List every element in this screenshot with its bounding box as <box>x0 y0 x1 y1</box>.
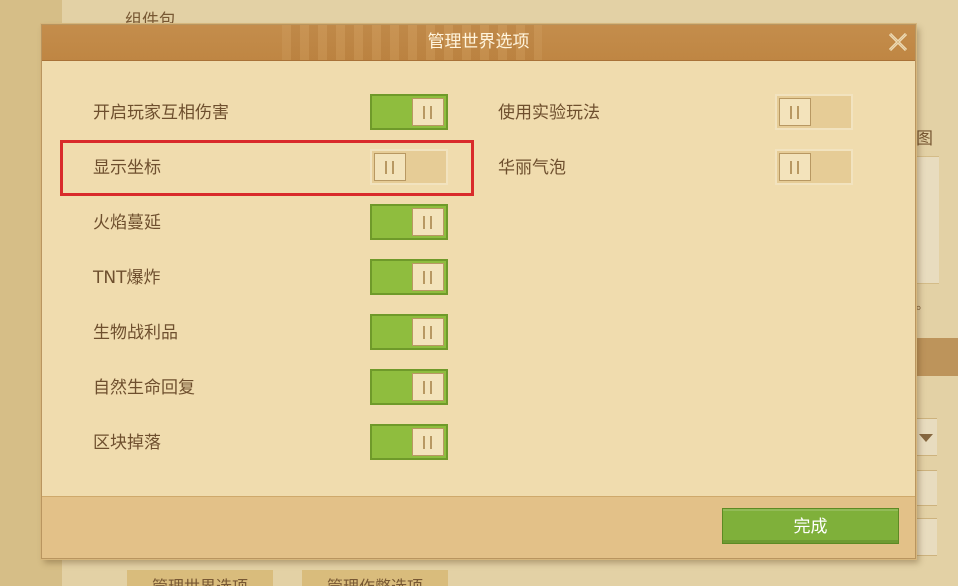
close-button[interactable] <box>887 31 909 53</box>
toggle-knob <box>779 98 811 126</box>
toggle-knob <box>779 153 811 181</box>
dialog-header: 管理世界选项 <box>42 25 915 61</box>
toggle-tnt-explodes[interactable] <box>370 259 448 295</box>
toggle-fancy-bubbles[interactable] <box>775 149 853 185</box>
option-label-experimental-gameplay: 使用实验玩法 <box>498 103 600 123</box>
toggle-fire-spread[interactable] <box>370 204 448 240</box>
option-label-natural-regeneration: 自然生命回复 <box>93 378 195 398</box>
toggle-tile-drops[interactable] <box>370 424 448 460</box>
toggle-knob <box>412 98 444 126</box>
toggle-knob <box>412 428 444 456</box>
toggle-knob <box>412 263 444 291</box>
option-label-mob-loot: 生物战利品 <box>93 323 178 343</box>
dialog-title: 管理世界选项 <box>427 32 530 52</box>
toggle-natural-regeneration[interactable] <box>370 369 448 405</box>
toggle-knob <box>412 208 444 236</box>
toggle-knob <box>412 318 444 346</box>
option-label-fancy-bubbles: 华丽气泡 <box>498 158 566 178</box>
option-label-pvp: 开启玩家互相伤害 <box>93 103 229 123</box>
toggle-knob <box>412 373 444 401</box>
option-label-tile-drops: 区块掉落 <box>93 433 161 453</box>
world-options-dialog: 管理世界选项 开启玩家互相伤害 显示坐标 火焰蔓延 TNT爆炸 生物战利品 自然… <box>41 24 916 559</box>
dialog-footer: 完成 <box>42 496 915 558</box>
highlight-annotation <box>60 140 474 196</box>
option-label-fire-spread: 火焰蔓延 <box>93 213 161 233</box>
toggle-experimental-gameplay[interactable] <box>775 94 853 130</box>
close-icon <box>888 32 908 52</box>
done-button[interactable]: 完成 <box>722 508 899 544</box>
toggle-pvp[interactable] <box>370 94 448 130</box>
option-label-tnt-explodes: TNT爆炸 <box>93 268 161 288</box>
toggle-mob-loot[interactable] <box>370 314 448 350</box>
